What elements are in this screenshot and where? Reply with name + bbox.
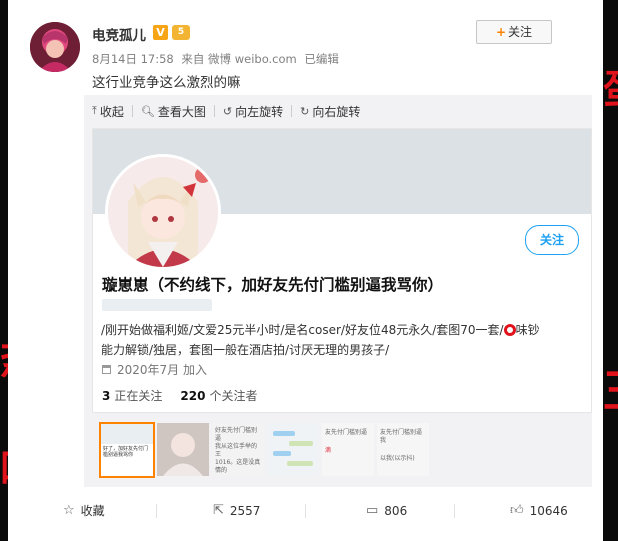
- thumbnail-5-line2: 滴: [325, 447, 332, 454]
- author-avatar[interactable]: [30, 22, 80, 72]
- author-avatar-image: [30, 22, 80, 72]
- toolbar-divider: [131, 105, 133, 117]
- followers-count: 220: [180, 389, 206, 403]
- post-edited-tag: 已编辑: [304, 52, 339, 66]
- media-toolbar: ⤒ 收起 🔍︎ 查看大图 ↺ 向左旋转 ↻ 向右旋转: [84, 95, 368, 127]
- repost-icon: ⇱: [213, 503, 224, 518]
- rotate-right-icon: ↻: [300, 104, 310, 118]
- profile-bio-line1: /刚开始做福利姬/文爱25元半小时/是名coser/好友位48元永久/套图70一…: [101, 323, 504, 337]
- toolbar-divider: [213, 105, 215, 117]
- backdrop-fragment-right-2: 王: [603, 370, 618, 414]
- profile-avatar: [105, 154, 221, 270]
- view-large-button[interactable]: 🔍︎ 查看大图: [141, 103, 206, 120]
- profile-bio: /刚开始做福利姬/文爱25元半小时/是名coser/好友位48元永久/套图70一…: [101, 320, 581, 360]
- thumbnail-5[interactable]: 友先付门槛别逼 滴: [322, 423, 374, 476]
- star-icon: ☆: [63, 503, 75, 518]
- plus-icon: +: [495, 25, 507, 39]
- view-large-label: 查看大图: [157, 104, 206, 119]
- profile-stats: 3 正在关注 220 个关注者: [102, 387, 257, 404]
- rotate-left-label: 向左旋转: [235, 104, 284, 119]
- thumbnail-1-text: 好了，加好友先付门槛别逼我骂你: [103, 446, 149, 458]
- magnifier-icon: 🔍︎: [140, 104, 155, 118]
- profile-handle-redacted: [102, 299, 212, 311]
- verified-vip-icon: V: [153, 25, 168, 40]
- favorite-button[interactable]: ☆ 收藏: [63, 495, 105, 526]
- following-count: 3: [102, 389, 111, 403]
- thumbnail-4[interactable]: [267, 423, 319, 476]
- collapse-up-icon: ⤒: [92, 104, 97, 117]
- thumbnail-3[interactable]: 好友先付门槛别逼 我从这位手举的王 1016。这是没真情的: [212, 423, 264, 476]
- toolbar-divider: [291, 105, 293, 117]
- rotate-right-button[interactable]: ↻ 向右旋转: [300, 103, 360, 120]
- comment-button[interactable]: ▭ 806: [366, 495, 407, 526]
- thumbnail-3-line2: 我从这位手举的王: [215, 443, 258, 458]
- repost-button[interactable]: ⇱ 2557: [213, 495, 260, 526]
- post-date[interactable]: 8月14日 17:58: [92, 52, 174, 66]
- media-panel: ⤒ 收起 🔍︎ 查看大图 ↺ 向左旋转 ↻ 向右旋转 关注 璇崽崽（不约线下，加…: [84, 95, 592, 487]
- level-badge-icon: 5: [172, 25, 190, 40]
- rotate-left-button[interactable]: ↺ 向左旋转: [223, 103, 283, 120]
- action-divider: [454, 504, 455, 518]
- backdrop-fragment-right-1: 蛋: [603, 70, 618, 110]
- calendar-icon: [102, 365, 111, 374]
- post-meta: 8月14日 17:58 来自 微博 weibo.com 已编辑: [92, 51, 343, 67]
- post-action-bar: ☆ 收藏 ⇱ 2557 ▭ 806 👍︎ 10646: [8, 495, 603, 526]
- thumbnail-4-image: [267, 423, 319, 476]
- profile-avatar-image: [108, 157, 218, 267]
- profile-joined-label: 2020年7月 加入: [117, 363, 207, 377]
- follow-button-label: 关注: [508, 25, 533, 39]
- thumbnail-3-line1: 好友先付门槛别逼: [215, 427, 258, 442]
- weibo-post-card: 电竞孤儿 V 5 + 关注 8月14日 17:58 来自 微博 weibo.com…: [8, 0, 603, 541]
- thumbnail-3-line3: 1016。这是没真情的: [215, 459, 261, 474]
- thumbnail-5-line1: 友先付门槛别逼: [325, 429, 368, 436]
- favorite-label: 收藏: [80, 504, 105, 518]
- comment-count: 806: [384, 503, 408, 518]
- thumbnail-1[interactable]: 好了，加好友先付门槛别逼我骂你: [99, 422, 155, 478]
- red-ring-icon: [503, 324, 516, 336]
- profile-bio-line1-end: 味钞: [515, 323, 540, 337]
- like-count: 10646: [529, 503, 568, 518]
- thumbnail-2[interactable]: [157, 423, 209, 476]
- follow-button[interactable]: + 关注: [476, 20, 552, 44]
- collapse-button[interactable]: ⤒ 收起: [92, 103, 124, 120]
- comment-bubble-icon: ▭: [366, 503, 379, 518]
- profile-name: 璇崽崽（不约线下，加好友先付门槛别逼我骂你）: [102, 276, 444, 294]
- post-text: 这行业竞争这么激烈的嘛: [92, 75, 241, 91]
- collapse-label: 收起: [99, 104, 124, 119]
- thumbnail-6-line1: 友先付门槛别逼我: [380, 429, 423, 444]
- thumbs-up-icon: 👍︎: [510, 503, 524, 518]
- profile-bio-line2: 能力解锁/独居，套图一般在酒店拍/讨厌无理的男孩子/: [101, 343, 390, 357]
- rotate-right-label: 向右旋转: [312, 104, 361, 119]
- action-divider: [305, 504, 306, 518]
- post-source[interactable]: 来自 微博 weibo.com: [181, 52, 296, 66]
- profile-follow-button: 关注: [525, 225, 579, 255]
- thumbnail-6-line2: 以我(以示抖): [380, 455, 415, 462]
- repost-count: 2557: [229, 503, 261, 518]
- like-button[interactable]: 👍︎ 10646: [510, 495, 568, 526]
- thumbnail-2-image: [157, 423, 209, 476]
- profile-joined: 2020年7月 加入: [102, 361, 207, 378]
- action-divider: [156, 504, 157, 518]
- rotate-left-icon: ↺: [222, 104, 233, 118]
- following-label: 正在关注: [114, 389, 163, 403]
- author-name[interactable]: 电竞孤儿: [92, 24, 146, 44]
- thumbnail-6[interactable]: 友先付门槛别逼我 以我(以示抖): [377, 423, 429, 476]
- profile-screenshot-image[interactable]: 关注 璇崽崽（不约线下，加好友先付门槛别逼我骂你） /刚开始做福利姬/文爱25元…: [92, 128, 592, 413]
- followers-label: 个关注者: [209, 389, 258, 403]
